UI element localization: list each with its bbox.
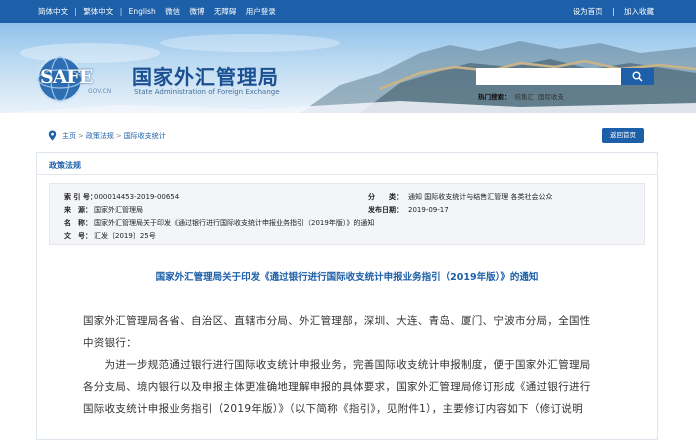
body-paragraph-line: 国际收支统计申报业务指引（2019年版）》（以下简称《指引》，见附件1），主要修… xyxy=(83,403,583,415)
panel-header: 政策法规 xyxy=(37,153,657,175)
accessibility-link[interactable]: 无障碍 xyxy=(214,6,237,17)
body-paragraph-line: 为进一步规范通过银行进行国际收支统计申报业务，完善国际收支统计申报制度，便于国家… xyxy=(83,359,591,371)
meta-name-value: 国家外汇管理局关于印发《通过银行进行国际收支统计申报业务指引（2019年版）》的… xyxy=(94,219,375,227)
add-favorite-link[interactable]: 加入收藏 xyxy=(624,7,654,16)
separator: | xyxy=(612,7,615,16)
wechat-link[interactable]: 微信 xyxy=(165,6,180,17)
meta-index: 索 引 号：000014453-2019-00654 xyxy=(64,192,179,202)
location-pin-icon xyxy=(48,130,57,141)
weibo-link[interactable]: 微博 xyxy=(190,6,205,17)
meta-date-label: 发布日期： xyxy=(368,206,403,214)
breadcrumb-home[interactable]: 主页 xyxy=(62,132,76,140)
meta-source-label: 来 源： xyxy=(64,206,92,214)
meta-source-value: 国家外汇管理局 xyxy=(94,206,143,214)
hot-search-label: 热门搜索： xyxy=(478,93,511,101)
search-button[interactable] xyxy=(621,68,654,85)
breadcrumb: 主页 > 政策法规 > 国际收支统计 返回首页 xyxy=(36,127,658,145)
logo-domain: GOV.CN xyxy=(88,88,112,95)
meta-name: 名 称： 国家外汇管理局关于印发《通过银行进行国际收支统计申报业务指引（2019年… xyxy=(64,218,374,228)
meta-name-label: 名 称： xyxy=(64,219,92,227)
hot-term[interactable]: 结售汇 xyxy=(515,93,535,101)
separator: | xyxy=(74,7,77,16)
document-title: 国家外汇管理局关于印发《通过银行进行国际收支统计申报业务指引（2019年版）》的… xyxy=(155,272,539,283)
meta-category-value: 通知 国际收支统计与结售汇管理 各类社会公众 xyxy=(408,193,553,201)
breadcrumb-arrow: > xyxy=(115,132,122,140)
meta-category-label: 分 类： xyxy=(368,193,403,201)
hot-term[interactable]: 国际收支 xyxy=(538,93,564,101)
search-icon xyxy=(632,71,643,82)
breadcrumb-items: 主页 > 政策法规 > 国际收支统计 xyxy=(62,131,166,141)
meta-index-label: 索 引 号： xyxy=(64,193,97,201)
top-right-links: 设为首页 | 加入收藏 xyxy=(573,6,654,17)
document-meta-box: 索 引 号：000014453-2019-00654 分 类： 通知 国际收支统计… xyxy=(49,183,645,245)
site-title-en: State Administration of Foreign Exchange xyxy=(134,88,280,96)
user-login-link[interactable]: 用户登录 xyxy=(246,6,276,17)
lang-link-simplified[interactable]: 简体中文 xyxy=(38,6,68,17)
search-input[interactable] xyxy=(476,68,621,85)
top-links: 简体中文 | 繁体中文 | English 微信 微博 无障碍 用户登录 xyxy=(38,6,276,17)
meta-docno-label: 文 号： xyxy=(64,232,92,240)
lang-link-traditional[interactable]: 繁体中文 xyxy=(83,6,113,17)
site-title[interactable]: 国家外汇管理局 xyxy=(132,61,279,90)
separator: | xyxy=(119,7,123,16)
meta-date-value: 2019-09-17 xyxy=(408,206,449,214)
back-home-button[interactable]: 返回首页 xyxy=(602,128,644,143)
header-banner: SAFE GOV.CN 国家外汇管理局 State Administration… xyxy=(0,23,696,113)
breadcrumb-policy[interactable]: 政策法规 xyxy=(86,132,114,140)
meta-source: 来 源： 国家外汇管理局 xyxy=(64,205,143,215)
hot-search: 热门搜索： 结售汇 国际收支 xyxy=(478,91,564,101)
set-homepage-link[interactable]: 设为首页 xyxy=(573,7,603,16)
body-paragraph-line: 各分支局、境内银行以及申报主体更准确地理解申报的具体要求，国家外汇管理局修订形成… xyxy=(83,381,591,393)
panel-title: 政策法规 xyxy=(49,161,81,170)
top-bar: 简体中文 | 繁体中文 | English 微信 微博 无障碍 用户登录 设为首… xyxy=(0,0,696,23)
meta-date: 发布日期： 2019-09-17 xyxy=(368,205,449,215)
breadcrumb-bop-statistics[interactable]: 国际收支统计 xyxy=(124,132,166,140)
body-paragraph-line: 国家外汇管理局各省、自治区、直辖市分局、外汇管理部，深圳、大连、青岛、厦门、宁波… xyxy=(83,315,591,327)
logo-text: SAFE xyxy=(40,66,93,88)
content-panel: 政策法规 索 引 号：000014453-2019-00654 分 类： 通知 国… xyxy=(36,152,658,440)
meta-category: 分 类： 通知 国际收支统计与结售汇管理 各类社会公众 xyxy=(368,192,552,202)
body-paragraph-line: 中资银行： xyxy=(83,337,137,349)
meta-docno: 文 号： 汇发〔2019〕25号 xyxy=(64,231,156,241)
meta-index-value: 000014453-2019-00654 xyxy=(94,193,180,201)
lang-link-english[interactable]: English xyxy=(129,7,156,16)
breadcrumb-arrow: > xyxy=(78,132,84,140)
meta-docno-value: 汇发〔2019〕25号 xyxy=(94,232,156,240)
